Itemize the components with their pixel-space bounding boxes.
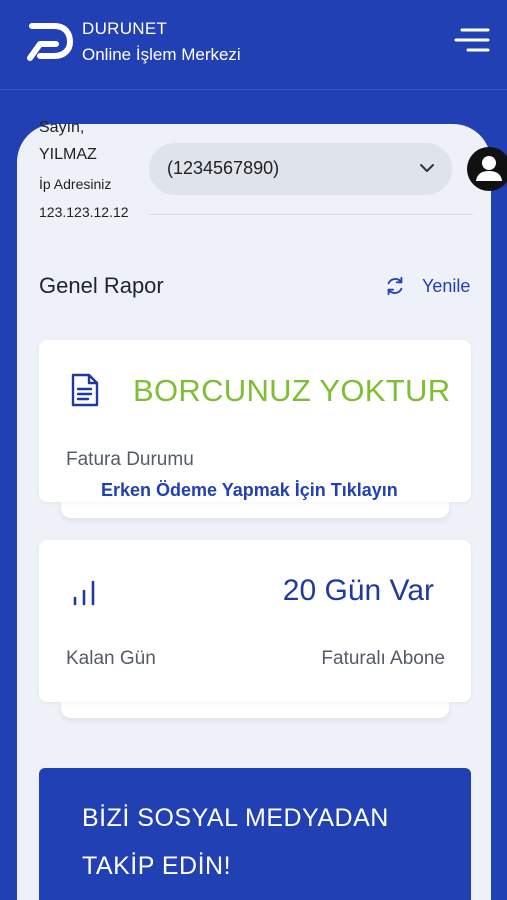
- social-banner-line1: BİZİ SOSYAL MEDYADAN: [82, 804, 389, 832]
- divider: [149, 214, 473, 215]
- bar-chart-icon: [73, 580, 95, 606]
- subscriber-select[interactable]: (1234567890): [149, 143, 452, 195]
- user-avatar-icon[interactable]: [467, 147, 507, 191]
- brand-subtitle: Online İşlem Merkezi: [82, 45, 241, 64]
- social-banner-line2: TAKİP EDİN!: [82, 852, 232, 880]
- invoice-status: BORCUNUZ YOKTUR: [133, 373, 451, 408]
- document-icon: [71, 373, 99, 407]
- section-title: Genel Rapor: [39, 273, 164, 298]
- refresh-label: Yenile: [422, 276, 471, 296]
- subscriber-select-value: (1234567890): [167, 158, 280, 178]
- invoice-status-label: Fatura Durumu: [66, 449, 194, 470]
- ip-address-label: İp Adresiniz: [39, 176, 112, 192]
- durunet-logo-icon[interactable]: [26, 20, 74, 64]
- panel-shadow: [61, 500, 449, 518]
- panel-shadow: [61, 700, 449, 718]
- social-media-banner[interactable]: BİZİ SOSYAL MEDYADAN TAKİP EDİN!: [39, 768, 471, 900]
- greeting-text: Sayın,: [39, 119, 85, 136]
- early-payment-link[interactable]: Erken Ödeme Yapmak İçin Tıklayın: [101, 480, 398, 501]
- menu-icon[interactable]: [452, 26, 492, 56]
- subscriber-type: Faturalı Abone: [321, 648, 445, 669]
- user-name: YILMAZ: [39, 146, 97, 163]
- invoice-status-card: BORCUNUZ YOKTUR Fatura Durumu: [39, 340, 471, 502]
- chevron-down-icon: [420, 164, 434, 172]
- remaining-days-label: Kalan Gün: [66, 648, 156, 669]
- ip-address-value: 123.123.12.12: [39, 204, 129, 220]
- refresh-icon: [387, 276, 403, 296]
- remaining-days-value: 20 Gün Var: [282, 574, 434, 607]
- brand-name: DURUNET: [82, 19, 168, 38]
- remaining-days-card: 20 Gün Var Kalan Gün Faturalı Abone: [39, 540, 471, 702]
- top-bar: DURUNET Online İşlem Merkezi: [0, 0, 507, 90]
